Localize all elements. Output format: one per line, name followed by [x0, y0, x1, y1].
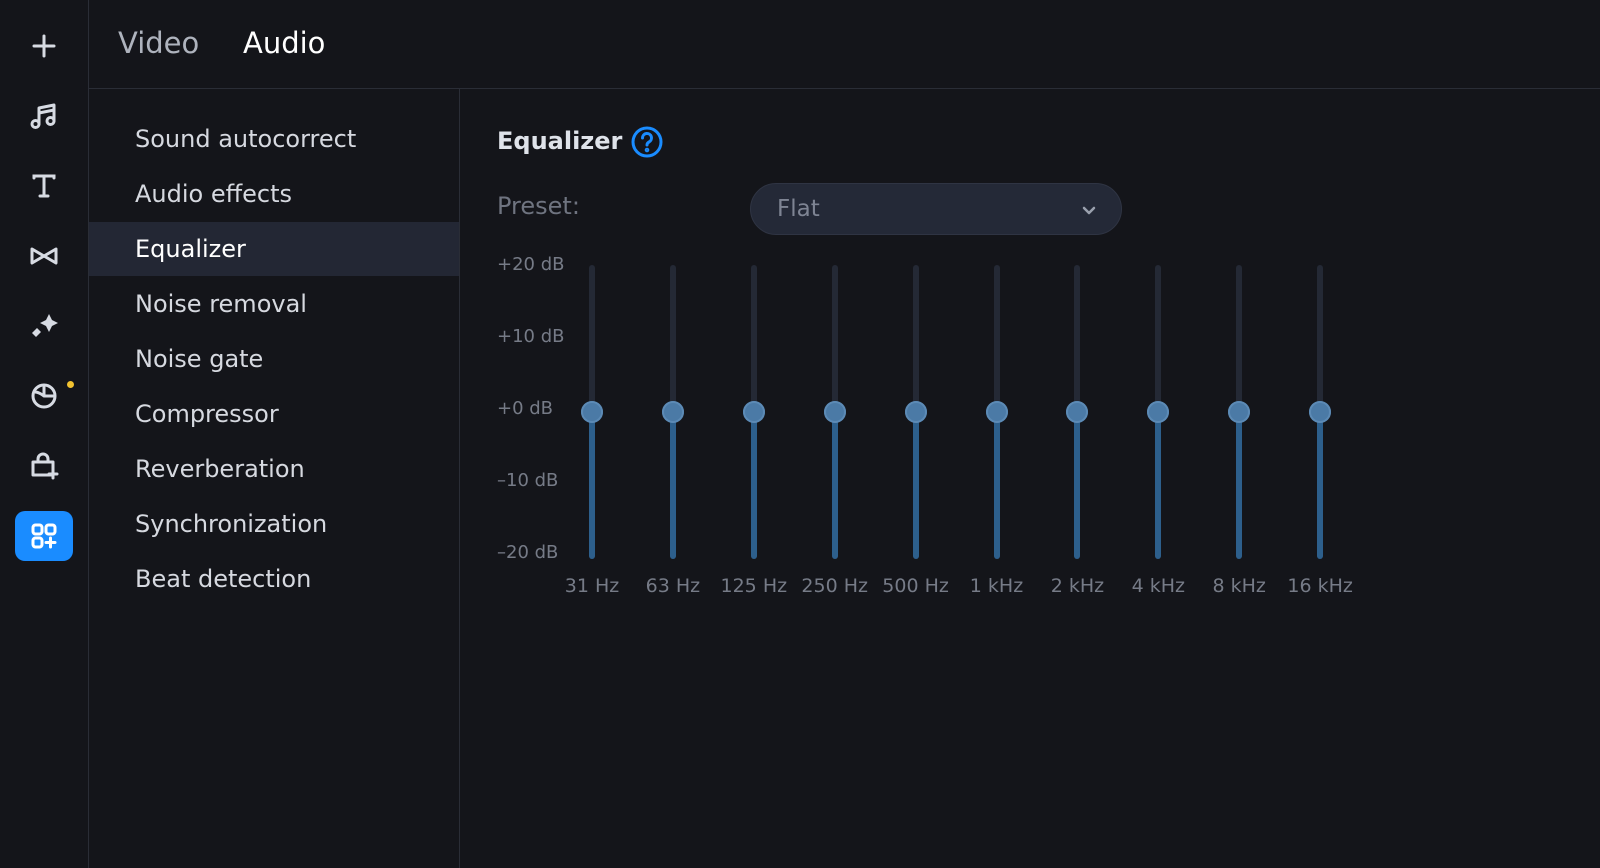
tab-video[interactable]: Video [118, 26, 199, 60]
stickers-button[interactable] [15, 371, 73, 421]
db-label: –20 dB [497, 542, 559, 563]
frequency-label: 63 Hz [645, 575, 701, 597]
db-label: +10 dB [497, 326, 565, 347]
slider-fill [831, 412, 838, 559]
slider-thumb[interactable] [985, 401, 1008, 423]
eq-band-slider[interactable] [823, 265, 847, 559]
eq-band-slider[interactable] [1227, 265, 1251, 559]
tool-rail [0, 0, 89, 868]
eq-band-slider[interactable] [904, 265, 928, 559]
magic-sparkle-icon [32, 314, 58, 337]
slider-thumb[interactable] [1309, 401, 1332, 423]
notification-dot [67, 381, 74, 388]
effect-item-sound-autocorrect[interactable]: Sound autocorrect [89, 112, 459, 166]
music-button[interactable] [15, 91, 73, 141]
slider-thumb[interactable] [823, 401, 846, 423]
frequency-label: 2 kHz [1050, 575, 1105, 597]
store-bag-icon [31, 452, 59, 480]
panel-title: Equalizer [497, 127, 623, 155]
slider-fill [589, 412, 595, 559]
chevron-down-icon [1082, 206, 1096, 215]
slider-thumb[interactable] [1228, 401, 1251, 423]
effect-item-audio-effects[interactable]: Audio effects [89, 167, 459, 221]
question-circle-icon[interactable] [630, 125, 664, 159]
db-label: +20 dB [497, 254, 565, 275]
transitions-icon [30, 247, 58, 265]
frequency-label: 8 kHz [1212, 575, 1266, 597]
eq-band-slider[interactable] [1308, 265, 1332, 559]
slider-thumb[interactable] [661, 401, 684, 423]
more-tools-icon [31, 523, 57, 549]
slider-fill [993, 412, 1000, 559]
effect-item-equalizer[interactable]: Equalizer [89, 222, 459, 276]
slider-fill [669, 412, 676, 559]
eq-band-slider[interactable] [742, 265, 766, 559]
slider-thumb[interactable] [581, 401, 603, 423]
frequency-label: 250 Hz [801, 575, 868, 597]
db-label: –10 dB [497, 470, 559, 491]
effect-item-noise-removal[interactable]: Noise removal [89, 277, 459, 331]
effect-item-reverberation[interactable]: Reverberation [89, 442, 459, 496]
eq-band-slider[interactable] [1146, 265, 1170, 559]
frequency-label: 4 kHz [1131, 575, 1185, 597]
slider-fill [750, 412, 757, 559]
app-window: Video Audio Sound autocorrect Audio effe… [0, 0, 1600, 868]
effect-item-compressor[interactable]: Compressor [89, 387, 459, 441]
store-button[interactable] [15, 441, 73, 491]
slider-fill [1155, 412, 1162, 559]
effects-button[interactable] [15, 301, 73, 351]
eq-band-slider[interactable] [1065, 265, 1089, 559]
slider-thumb[interactable] [904, 401, 927, 423]
slider-thumb[interactable] [1066, 401, 1089, 423]
slider-thumb[interactable] [742, 401, 765, 423]
effect-item-noise-gate[interactable]: Noise gate [89, 332, 459, 386]
music-note-icon [30, 103, 56, 129]
effect-item-synchronization[interactable]: Synchronization [89, 497, 459, 551]
audio-effects-list: Sound autocorrect Audio effects Equalize… [89, 89, 460, 868]
eq-band-slider[interactable] [580, 265, 604, 559]
slider-fill [912, 412, 919, 559]
eq-band-slider[interactable] [661, 265, 685, 559]
slider-fill [1074, 412, 1081, 559]
slider-fill [1236, 412, 1243, 559]
preset-dropdown[interactable]: Flat [750, 183, 1122, 235]
add-media-button[interactable] [15, 21, 73, 71]
titles-button[interactable] [15, 161, 73, 211]
frequency-label: 16 kHz [1287, 575, 1353, 597]
sticker-icon [31, 383, 57, 409]
plus-icon [32, 34, 56, 58]
frequency-label: 125 Hz [720, 575, 788, 597]
equalizer-panel: Equalizer Preset: Flat +20 dB +10 dB +0 … [460, 89, 1600, 868]
db-label: +0 dB [497, 398, 554, 419]
more-tools-button[interactable] [15, 511, 73, 561]
preset-value: Flat [777, 196, 820, 222]
preset-label: Preset: [497, 192, 580, 220]
effect-item-beat-detection[interactable]: Beat detection [89, 552, 459, 606]
top-tab-bar: Video Audio [89, 0, 1600, 89]
frequency-label: 500 Hz [882, 575, 949, 597]
slider-thumb[interactable] [1147, 401, 1170, 423]
transitions-button[interactable] [15, 231, 73, 281]
frequency-label: 31 Hz [564, 575, 620, 597]
text-icon [32, 174, 56, 198]
eq-band-slider[interactable] [985, 265, 1009, 559]
tab-audio[interactable]: Audio [243, 26, 325, 60]
frequency-label: 1 kHz [969, 575, 1024, 597]
slider-fill [1317, 412, 1324, 559]
